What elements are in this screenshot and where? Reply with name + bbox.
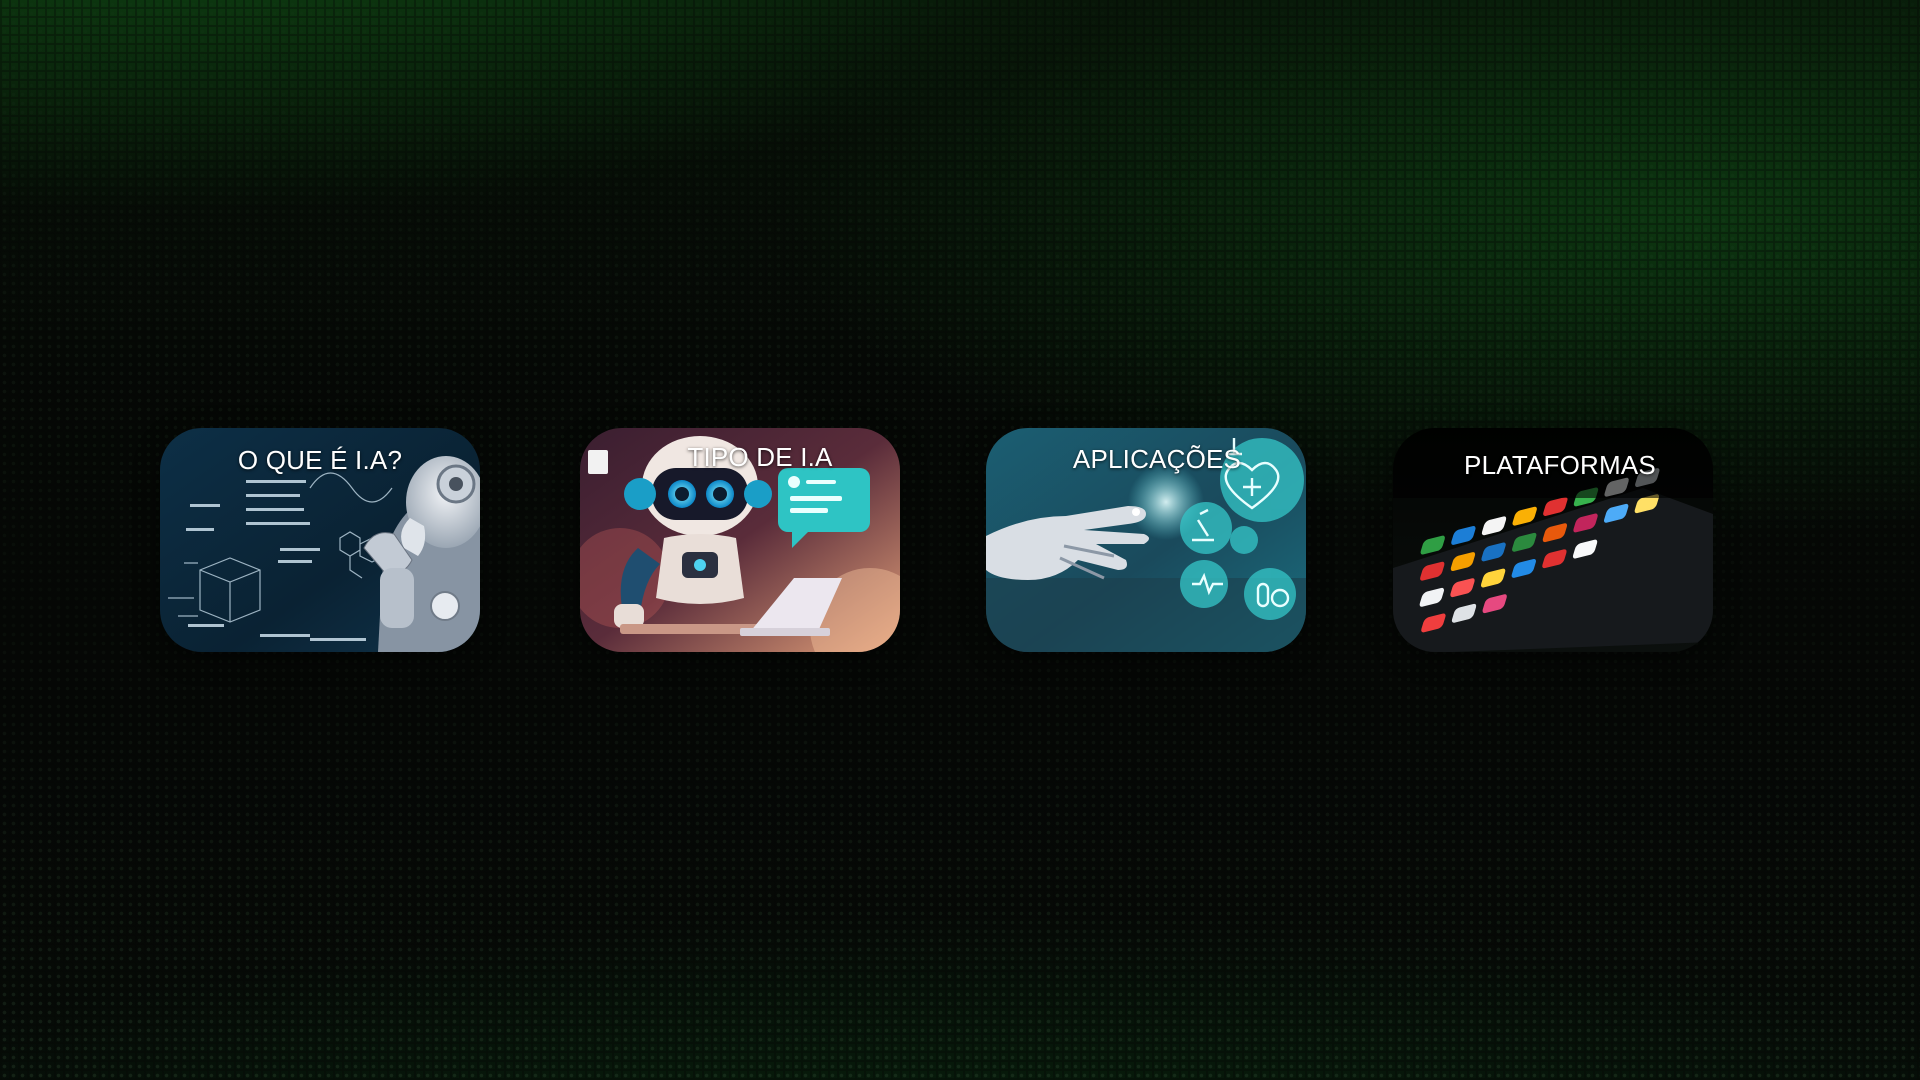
- menu-cards: O QUE É I.A? TIPO DE I.A APLICAÇÕES PLAT…: [0, 0, 1920, 1080]
- card-label: APLICAÇÕES: [1072, 444, 1242, 474]
- card-what-is-ai[interactable]: O QUE É I.A?: [160, 428, 480, 652]
- card-label: O QUE É I.A?: [237, 445, 403, 475]
- card-label: PLATAFORMAS: [1464, 450, 1656, 480]
- card-platforms[interactable]: PLATAFORMAS: [1393, 428, 1713, 652]
- card-applications[interactable]: APLICAÇÕES: [986, 428, 1306, 652]
- card-ai-types[interactable]: TIPO DE I.A: [580, 428, 900, 652]
- card-label: TIPO DE I.A: [687, 442, 833, 472]
- slide-background: O QUE É I.A? TIPO DE I.A APLICAÇÕES PLAT…: [0, 0, 1920, 1080]
